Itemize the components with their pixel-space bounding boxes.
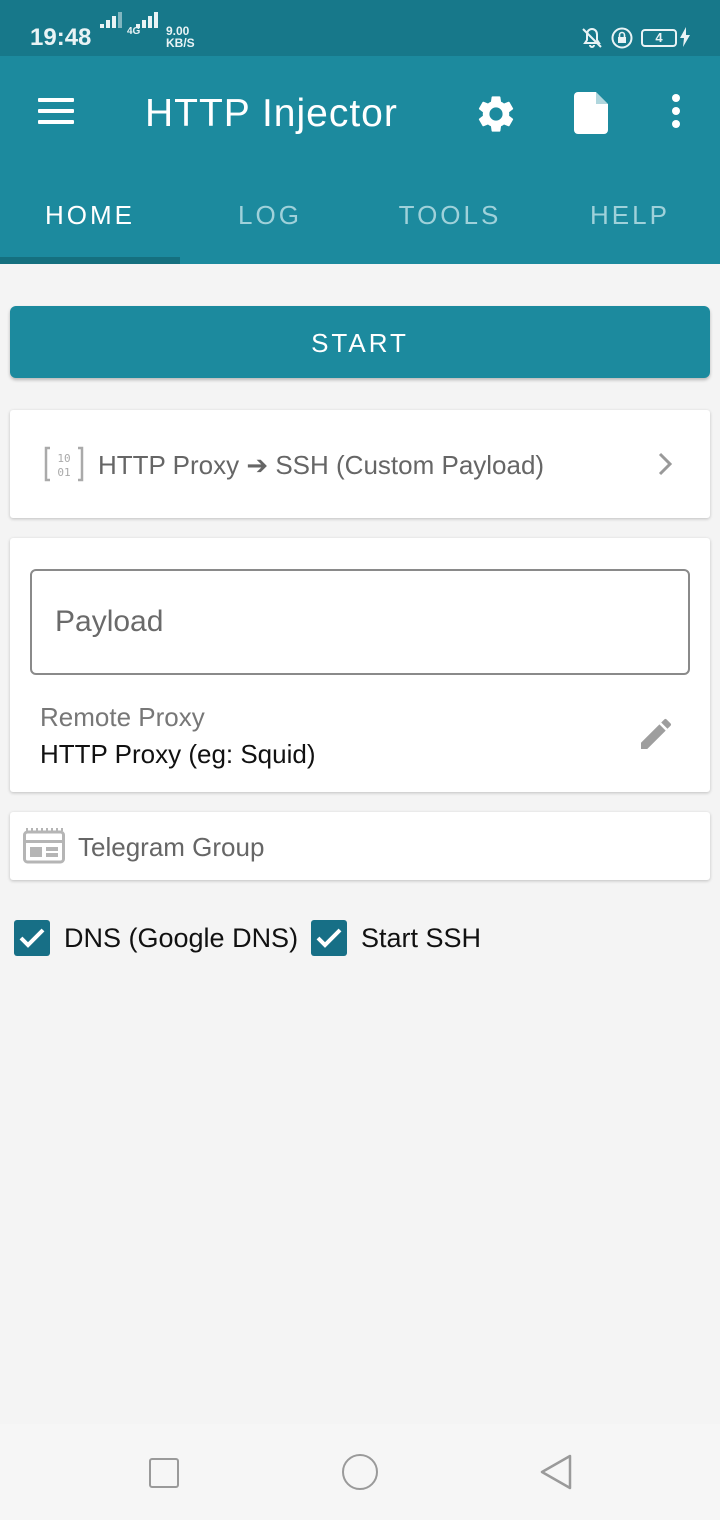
start-button[interactable]: START <box>10 306 710 378</box>
speed-unit: KB/S <box>166 36 195 50</box>
svg-text:10: 10 <box>57 452 70 465</box>
tunnel-mode-selector[interactable]: 10 01 HTTP Proxy ➔ SSH (Custom Payload) <box>10 410 710 518</box>
pencil-icon[interactable] <box>636 714 676 754</box>
svg-text:01: 01 <box>57 466 70 479</box>
status-time: 19:48 <box>30 24 92 51</box>
payload-input[interactable]: Payload <box>30 569 690 675</box>
app-bar <box>0 56 720 264</box>
newspaper-icon <box>23 828 65 864</box>
telegram-group-label: Telegram Group <box>78 832 265 862</box>
tab-indicator <box>0 257 180 264</box>
remote-proxy-value[interactable]: HTTP Proxy (eg: Squid) <box>40 739 316 770</box>
start-ssh-checkbox[interactable] <box>311 920 347 956</box>
gear-icon[interactable] <box>474 92 518 136</box>
dns-checkbox[interactable] <box>14 920 50 956</box>
back-button[interactable] <box>538 1452 574 1492</box>
charging-icon <box>680 27 690 47</box>
status-bar: 19:48 4G 9.00 KB/S 4 <box>0 0 720 56</box>
app-title: HTTP Injector <box>145 92 398 135</box>
start-ssh-label: Start SSH <box>361 923 482 953</box>
more-options-icon[interactable] <box>670 94 682 130</box>
tab-help[interactable]: HELP <box>540 200 720 231</box>
menu-icon[interactable] <box>38 98 74 124</box>
lock-rotation-icon <box>611 27 633 49</box>
remote-proxy-label: Remote Proxy <box>40 702 205 732</box>
home-button[interactable] <box>342 1454 378 1490</box>
checkmark-icon <box>316 928 342 948</box>
payload-card: Payload Remote Proxy HTTP Proxy (eg: Squ… <box>10 538 710 792</box>
recent-apps-button[interactable] <box>149 1458 179 1488</box>
tab-home[interactable]: HOME <box>0 200 180 231</box>
dns-option[interactable]: DNS (Google DNS) <box>14 920 304 958</box>
start-ssh-option[interactable]: Start SSH <box>311 920 511 958</box>
chevron-right-icon <box>658 452 673 476</box>
bell-off-icon <box>582 27 602 48</box>
battery-icon: 4 <box>641 29 677 47</box>
binary-icon: 10 01 <box>44 446 84 482</box>
telegram-group-link[interactable]: Telegram Group <box>10 812 710 880</box>
checkmark-icon <box>19 928 45 948</box>
tab-tools[interactable]: TOOLS <box>360 200 540 231</box>
tab-log[interactable]: LOG <box>180 200 360 231</box>
dns-label: DNS (Google DNS) <box>64 923 299 953</box>
network-speed: 9.00 KB/S <box>166 25 195 49</box>
tunnel-mode-label: HTTP Proxy ➔ SSH (Custom Payload) <box>98 450 545 480</box>
file-icon[interactable] <box>574 92 610 134</box>
navigation-bar <box>0 1424 720 1520</box>
